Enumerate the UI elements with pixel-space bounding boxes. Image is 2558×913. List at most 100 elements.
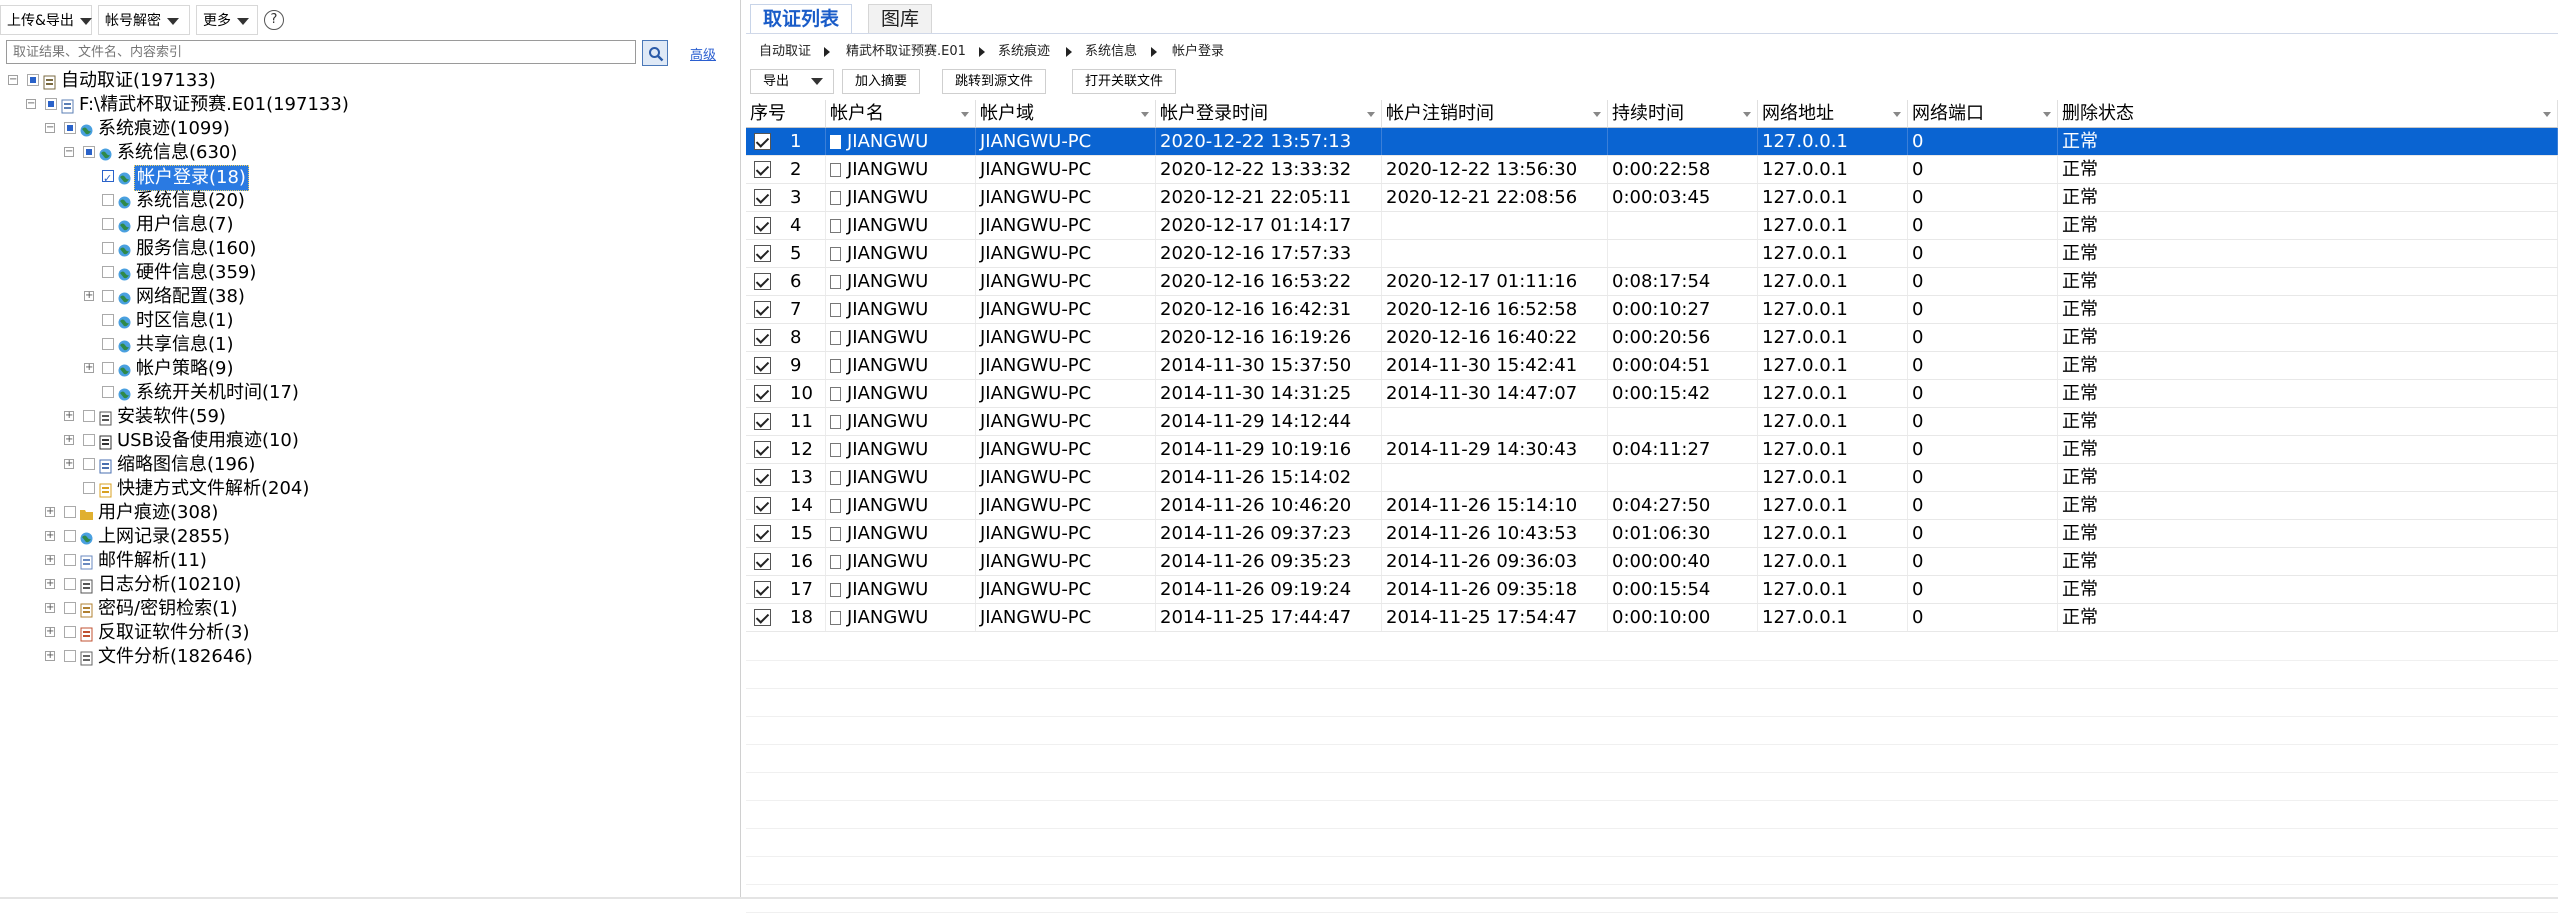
expand-icon[interactable]: + [45,555,55,565]
filter-icon[interactable] [1367,112,1375,117]
jump-to-source-button[interactable]: 跳转到源文件 [942,69,1047,94]
collapse-icon[interactable]: − [8,75,18,85]
tree-checkbox[interactable] [64,506,76,518]
row-checkbox[interactable] [754,609,771,626]
expand-icon[interactable]: + [45,531,55,541]
tree-node[interactable]: 系统开关机时间(17) [0,381,730,405]
breadcrumb-item[interactable]: 帐户登录 [1172,44,1224,60]
tree-checkbox[interactable] [102,338,114,350]
row-checkbox[interactable] [754,273,771,290]
row-checkbox[interactable] [754,553,771,570]
breadcrumb-item[interactable]: 精武杯取证预赛.E01 [846,44,966,60]
expand-icon[interactable]: + [64,459,74,469]
table-row[interactable]: 1 JIANGWU JIANGWU-PC 2020-12-22 13:57:13 127… [746,128,2558,156]
row-checkbox[interactable] [754,161,771,178]
expand-icon[interactable]: + [45,603,55,613]
table-row[interactable]: 10 JIANGWU JIANGWU-PC 2014-11-30 14:31:25 20… [746,380,2558,408]
column-header-network-port[interactable]: 网络端口 [1908,100,2058,128]
upload-export-dropdown[interactable]: 上传&导出 [0,5,92,35]
table-row[interactable]: 12 JIANGWU JIANGWU-PC 2014-11-29 10:19:16 20… [746,436,2558,464]
tree-checkbox[interactable] [64,554,76,566]
tree-node[interactable]: 系统信息(20) [0,189,730,213]
table-row[interactable]: 6 JIANGWU JIANGWU-PC 2020-12-16 16:53:22 202… [746,268,2558,296]
filter-icon[interactable] [2543,112,2551,117]
tree-node[interactable]: − 系统信息(630) [0,141,730,165]
account-decrypt-dropdown[interactable]: 帐号解密 [98,5,190,35]
expand-icon[interactable]: + [64,435,74,445]
tree-checkbox[interactable] [83,482,95,494]
column-header-network-address[interactable]: 网络地址 [1758,100,1908,128]
tree-node[interactable]: + 安装软件(59) [0,405,730,429]
filter-icon[interactable] [1141,112,1149,117]
filter-icon[interactable] [1593,112,1601,117]
tree-node[interactable]: + 日志分析(10210) [0,573,730,597]
tree-node[interactable]: 帐户登录(18) [0,165,730,191]
column-header-delete-status[interactable]: 删除状态 [2058,100,2558,128]
add-summary-button[interactable]: 加入摘要 [842,69,921,94]
tree-node[interactable]: − 自动取证(197133) [0,69,730,93]
tree-checkbox[interactable] [102,218,114,230]
filter-icon[interactable] [1743,112,1751,117]
table-row[interactable]: 11 JIANGWU JIANGWU-PC 2014-11-29 14:12:44 12… [746,408,2558,436]
tree-node[interactable]: + 缩略图信息(196) [0,453,730,477]
row-checkbox[interactable] [754,189,771,206]
tree-node[interactable]: − 系统痕迹(1099) [0,117,730,141]
tree-node[interactable]: 快捷方式文件解析(204) [0,477,730,501]
filter-icon[interactable] [1893,112,1901,117]
pane-splitter[interactable] [740,0,741,899]
tree-node[interactable]: 硬件信息(359) [0,261,730,285]
row-checkbox[interactable] [754,581,771,598]
collapse-icon[interactable]: − [26,99,36,109]
advanced-search-link[interactable]: 高级 [690,44,716,63]
table-row[interactable]: 8 JIANGWU JIANGWU-PC 2020-12-16 16:19:26 202… [746,324,2558,352]
column-header-index[interactable]: 序号 [746,100,826,128]
table-row[interactable]: 17 JIANGWU JIANGWU-PC 2014-11-26 09:19:24 20… [746,576,2558,604]
export-button[interactable]: 导出 [750,69,834,94]
table-row[interactable]: 4 JIANGWU JIANGWU-PC 2020-12-17 01:14:17 127… [746,212,2558,240]
filter-icon[interactable] [961,112,969,117]
tree-node[interactable]: + 密码/密钥检索(1) [0,597,730,621]
tree-checkbox[interactable] [64,530,76,542]
expand-icon[interactable]: + [84,291,94,301]
collapse-icon[interactable]: − [64,147,74,157]
row-checkbox[interactable] [754,441,771,458]
tree-node[interactable]: + 网络配置(38) [0,285,730,309]
tree-node[interactable]: 用户信息(7) [0,213,730,237]
tree-node[interactable]: + 文件分析(182646) [0,645,730,669]
row-checkbox[interactable] [754,469,771,486]
row-checkbox[interactable] [754,329,771,346]
breadcrumb-item[interactable]: 系统信息 [1085,44,1137,60]
tree-node[interactable]: 时区信息(1) [0,309,730,333]
tree-checkbox[interactable] [83,458,95,470]
tree-node[interactable]: − F:\精武杯取证预赛.E01(197133) [0,93,730,117]
table-row[interactable]: 18 JIANGWU JIANGWU-PC 2014-11-25 17:44:47 20… [746,604,2558,632]
table-row[interactable]: 2 JIANGWU JIANGWU-PC 2020-12-22 13:33:32 202… [746,156,2558,184]
tree-checkbox[interactable] [64,122,76,134]
tree-node[interactable]: + 上网记录(2855) [0,525,730,549]
breadcrumb-item[interactable]: 自动取证 [759,44,811,60]
table-row[interactable]: 15 JIANGWU JIANGWU-PC 2014-11-26 09:37:23 20… [746,520,2558,548]
tree-node[interactable]: 服务信息(160) [0,237,730,261]
column-header-logout-time[interactable]: 帐户注销时间 [1382,100,1608,128]
row-checkbox[interactable] [754,497,771,514]
tree-checkbox[interactable] [64,626,76,638]
row-checkbox[interactable] [754,413,771,430]
table-row[interactable]: 13 JIANGWU JIANGWU-PC 2014-11-26 15:14:02 12… [746,464,2558,492]
tree-checkbox[interactable] [27,74,39,86]
tree-checkbox[interactable] [102,242,114,254]
column-header-duration[interactable]: 持续时间 [1608,100,1758,128]
table-row[interactable]: 9 JIANGWU JIANGWU-PC 2014-11-30 15:37:50 201… [746,352,2558,380]
tree-checkbox[interactable] [64,650,76,662]
table-row[interactable]: 5 JIANGWU JIANGWU-PC 2020-12-16 17:57:33 127… [746,240,2558,268]
expand-icon[interactable]: + [45,627,55,637]
row-checkbox[interactable] [754,217,771,234]
table-row[interactable]: 3 JIANGWU JIANGWU-PC 2020-12-21 22:05:11 202… [746,184,2558,212]
tree-checkbox[interactable] [64,602,76,614]
expand-icon[interactable]: + [45,579,55,589]
tree-node[interactable]: + 用户痕迹(308) [0,501,730,525]
tree-checkbox[interactable] [83,410,95,422]
tree-node[interactable]: + USB设备使用痕迹(10) [0,429,730,453]
table-row[interactable]: 14 JIANGWU JIANGWU-PC 2014-11-26 10:46:20 20… [746,492,2558,520]
column-header-account-domain[interactable]: 帐户域 [976,100,1156,128]
tree-checkbox[interactable] [102,290,114,302]
